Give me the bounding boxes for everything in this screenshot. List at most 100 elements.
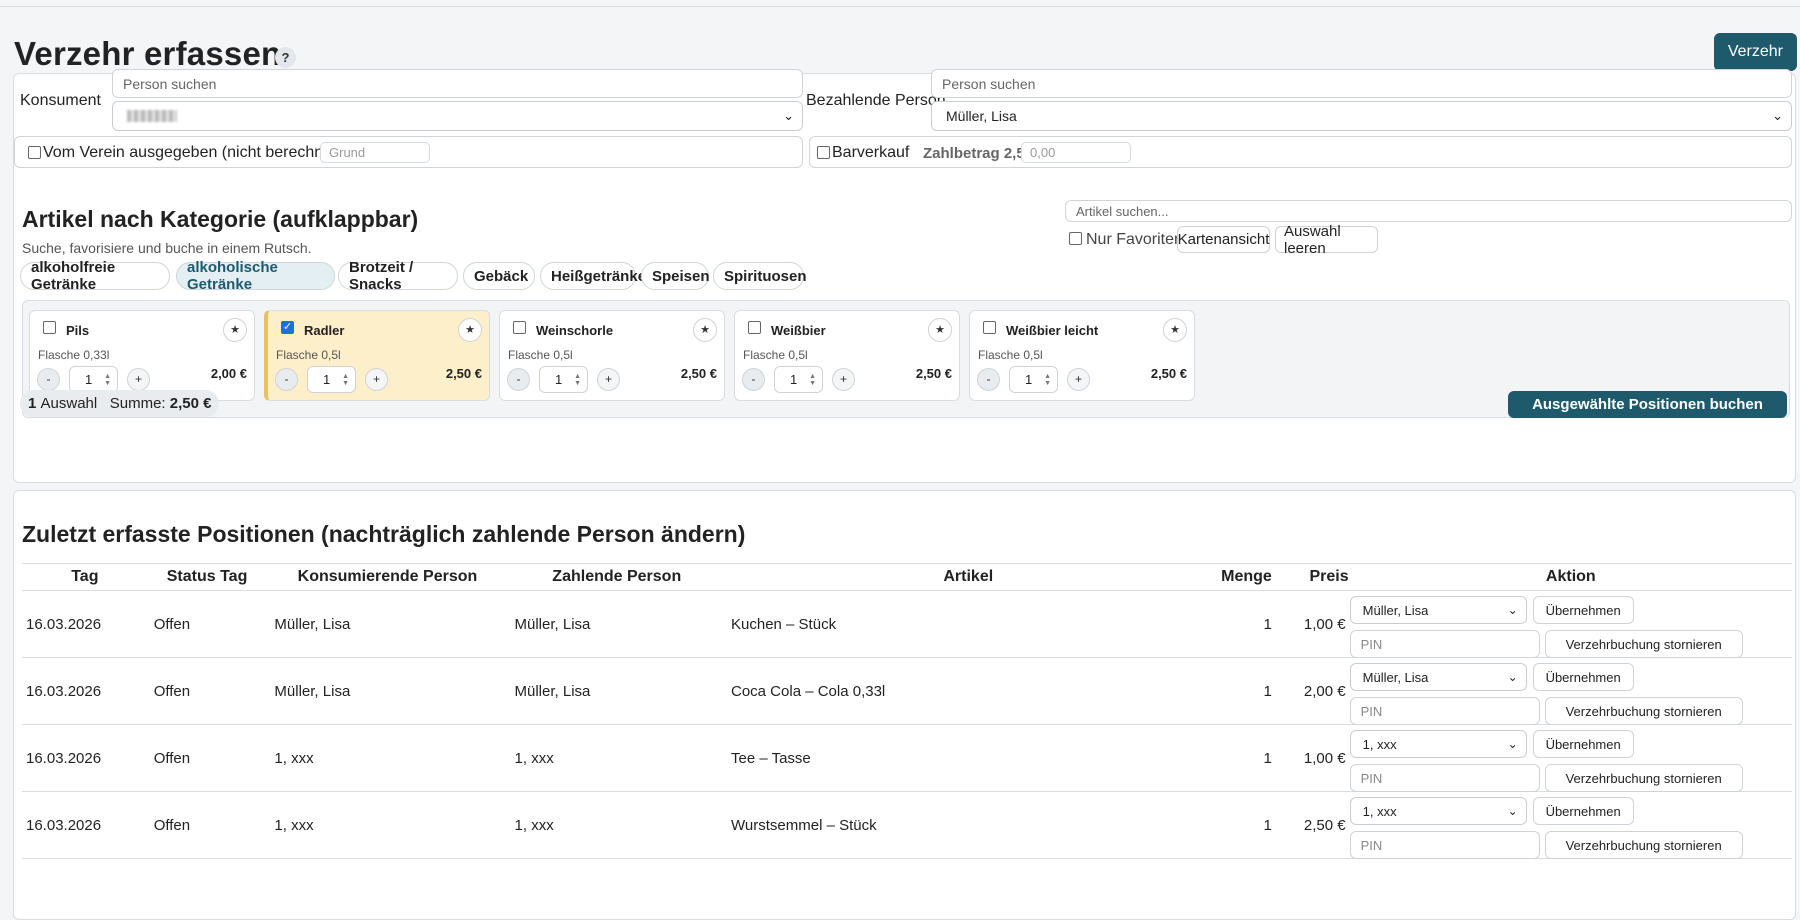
quantity-input[interactable]: 1 ▲ ▼ (69, 366, 118, 393)
minus-button[interactable]: - (742, 368, 765, 391)
apply-button[interactable]: Übernehmen (1532, 730, 1634, 758)
cell-tag: 16.03.2026 (22, 657, 148, 725)
minus-button[interactable]: - (275, 368, 298, 391)
cell-aktion: Müller, Lisa ⌄ Übernehmen PIN Verzehrbuch… (1349, 657, 1792, 725)
minus-button[interactable]: - (37, 368, 60, 391)
minus-button[interactable]: - (977, 368, 1000, 391)
article-price: 2,50 € (445, 366, 482, 381)
apply-button[interactable]: Übernehmen (1532, 663, 1634, 691)
recent-table: Tag Status Tag Konsumierende Person Zahl… (22, 563, 1792, 859)
quantity-input[interactable]: 1 ▲ ▼ (1009, 366, 1058, 393)
pin-input[interactable]: PIN (1349, 697, 1540, 725)
pin-input[interactable]: PIN (1349, 831, 1540, 859)
favorites-checkbox[interactable] (1069, 232, 1082, 245)
cell-aktion: 1, xxx ⌄ Übernehmen PIN Verzehrbuchung st… (1349, 791, 1792, 859)
quantity-input[interactable]: 1 ▲ ▼ (774, 366, 823, 393)
selection-count-label: Auswahl (40, 395, 98, 412)
cell-artikel: Tee – Tasse (725, 724, 1212, 792)
grund-input[interactable]: Grund (320, 142, 430, 163)
booking-card: Konsument Person suchen ⌄ Bezahlende Per… (13, 69, 1796, 483)
favorites-label: Nur Favoriten (1086, 231, 1183, 248)
apply-button[interactable]: Übernehmen (1532, 797, 1634, 825)
spinner-icon[interactable]: ▲ ▼ (104, 373, 111, 387)
article-unit: Flasche 0,33l (38, 348, 110, 362)
plus-button[interactable]: + (365, 368, 388, 391)
star-icon[interactable]: ★ (1163, 318, 1187, 342)
article-checkbox[interactable] (983, 321, 996, 334)
payer-select[interactable]: Müller, Lisa ⌄ (1349, 596, 1527, 624)
article-card-selected[interactable]: Radler ★ Flasche 0,5l - 1 ▲▼ + 2,50 € (264, 310, 490, 401)
category-chip[interactable]: Gebäck (463, 262, 535, 290)
star-icon[interactable]: ★ (693, 318, 717, 342)
cell-aktion: 1, xxx ⌄ Übernehmen PIN Verzehrbuchung st… (1349, 724, 1792, 792)
cell-menge: 1 (1211, 724, 1273, 792)
article-card[interactable]: Weißbier ★ Flasche 0,5l - 1 ▲ ▼ + 2,50 € (734, 310, 960, 401)
payer-select[interactable]: Müller, Lisa ⌄ (1349, 663, 1527, 691)
cell-preis: 1,00 € (1272, 724, 1350, 792)
sum-label: Summe: (109, 395, 166, 412)
cell-menge: 1 (1211, 590, 1273, 658)
plus-button[interactable]: + (597, 368, 620, 391)
selection-summary: 1 Auswahl Summe: 2,50 € (20, 390, 220, 417)
spinner-icon[interactable]: ▲ ▼ (1044, 373, 1051, 387)
plus-button[interactable]: + (127, 368, 150, 391)
article-search-input[interactable]: Artikel suchen... (1065, 200, 1792, 222)
article-card[interactable]: Pils ★ Flasche 0,33l - 1 ▲ ▼ + 2,00 € (29, 310, 255, 401)
spinner-icon[interactable]: ▲ ▼ (342, 373, 349, 387)
plus-button[interactable]: + (1067, 368, 1090, 391)
payer-select-value: 1, xxx (1362, 736, 1397, 752)
zahlbetrag-input[interactable]: 0,00 (1021, 142, 1131, 163)
storno-button[interactable]: Verzehrbuchung stornieren (1544, 764, 1743, 792)
minus-button[interactable]: - (507, 368, 530, 391)
storno-button[interactable]: Verzehrbuchung stornieren (1544, 697, 1743, 725)
konsument-select[interactable]: ⌄ (112, 101, 803, 131)
quantity-input[interactable]: 1 ▲ ▼ (539, 366, 588, 393)
payer-select[interactable]: 1, xxx ⌄ (1349, 730, 1527, 758)
category-chip-active[interactable]: alkoholische Getränke (176, 259, 335, 293)
barverkauf-checkbox[interactable] (817, 146, 830, 159)
table-row: 16.03.2026 Offen Müller, Lisa Müller, Li… (22, 657, 1792, 725)
help-icon[interactable]: ? (275, 47, 296, 68)
cell-zahlend: Müller, Lisa (508, 657, 725, 725)
bezahlende-select[interactable]: Müller, Lisa ⌄ (931, 101, 1792, 131)
plus-button[interactable]: + (832, 368, 855, 391)
clear-selection-button[interactable]: Auswahl leeren (1275, 223, 1378, 257)
category-chip[interactable]: Brotzeit / Snacks (338, 259, 458, 293)
article-unit: Flasche 0,5l (508, 348, 573, 362)
quantity-input[interactable]: 1 ▲ ▼ (307, 366, 356, 393)
verzehr-button[interactable]: Verzehr (1713, 33, 1797, 71)
article-checkbox[interactable] (43, 321, 56, 334)
chevron-down-icon: ⌄ (1507, 737, 1518, 751)
category-chip[interactable]: Speisen (641, 262, 710, 290)
article-checkbox-checked[interactable] (281, 320, 294, 334)
chevron-down-icon: ⌄ (1772, 108, 1783, 123)
star-icon[interactable]: ★ (928, 318, 952, 342)
card-view-button[interactable]: Kartenansicht (1177, 226, 1270, 253)
apply-button[interactable]: Übernehmen (1532, 596, 1634, 624)
star-icon[interactable]: ★ (458, 318, 482, 342)
payer-select[interactable]: 1, xxx ⌄ (1349, 797, 1527, 825)
cell-status: Offen (147, 724, 267, 792)
star-icon[interactable]: ★ (223, 318, 247, 342)
spinner-icon[interactable]: ▲ ▼ (809, 373, 816, 387)
article-card[interactable]: Weißbier leicht ★ Flasche 0,5l - 1 ▲ ▼ + 2… (969, 310, 1195, 401)
category-chip[interactable]: alkoholfreie Getränke (20, 259, 170, 293)
konsument-search-input[interactable]: Person suchen (112, 69, 803, 98)
bezahlende-search-input[interactable]: Person suchen (931, 69, 1792, 98)
storno-button[interactable]: Verzehrbuchung stornieren (1544, 831, 1743, 859)
payer-select-value: Müller, Lisa (1362, 602, 1429, 618)
storno-button[interactable]: Verzehrbuchung stornieren (1544, 630, 1743, 658)
category-chip[interactable]: Heißgetränke (540, 262, 646, 290)
article-card[interactable]: Weinschorle ★ Flasche 0,5l - 1 ▲ ▼ + 2,50 … (499, 310, 725, 401)
category-chip[interactable]: Spirituosen (713, 262, 807, 290)
top-border (0, 0, 1800, 7)
article-unit: Flasche 0,5l (978, 348, 1043, 362)
verein-checkbox[interactable] (28, 146, 41, 159)
pin-input[interactable]: PIN (1349, 764, 1540, 792)
pin-input[interactable]: PIN (1349, 630, 1540, 658)
article-checkbox[interactable] (513, 321, 526, 334)
book-selected-button[interactable]: Ausgewählte Positionen buchen (1508, 391, 1787, 418)
article-unit: Flasche 0,5l (743, 348, 808, 362)
spinner-icon[interactable]: ▲ ▼ (574, 373, 581, 387)
article-checkbox[interactable] (748, 321, 761, 334)
